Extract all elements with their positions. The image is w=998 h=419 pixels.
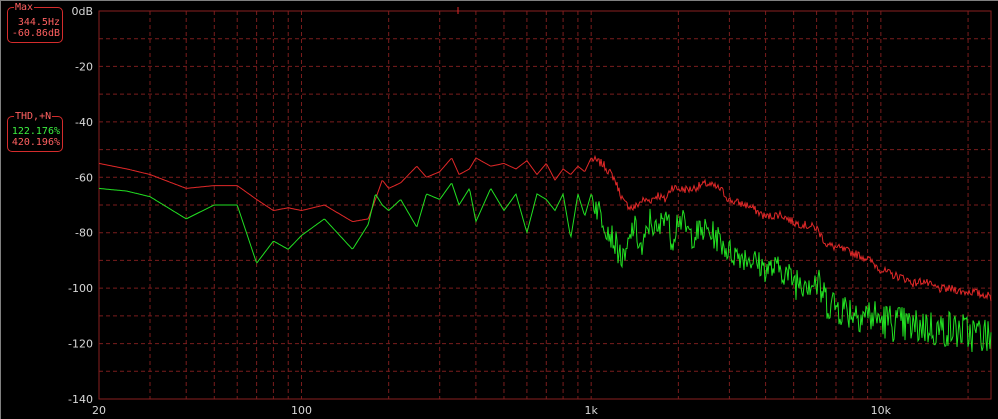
y-tick-label: -20 — [75, 60, 93, 73]
max-frequency: 344.5Hz — [17, 17, 60, 28]
y-tick-label: -120 — [68, 338, 93, 351]
spectrum-analyzer-display: 0dB -20 -40 -60 -80 -100 -120 -140 20 100 1k 10k Ma… — [0, 0, 998, 419]
x-tick-label: 1k — [584, 404, 598, 417]
thd-readout-title: THD,+N — [14, 111, 53, 122]
y-tick-label: -140 — [68, 393, 93, 406]
x-tick-label: 10k — [871, 404, 892, 417]
thd-red-value: 420.196% — [11, 137, 60, 148]
max-level: -60.86dB — [11, 28, 60, 39]
max-readout-title: Max — [14, 2, 35, 13]
spectrum-plot: 0dB -20 -40 -60 -80 -100 -120 -14020 100 1k 10k — [1, 1, 997, 418]
thd-green-value: 122.176% — [11, 126, 60, 137]
max-readout-box: Max 344.5Hz -60.86dB — [7, 3, 63, 43]
y-tick-label: -80 — [75, 227, 93, 240]
y-tick-label: -40 — [75, 116, 93, 129]
x-tick-label: 20 — [92, 404, 106, 417]
y-tick-label: -100 — [68, 282, 93, 295]
y-tick-label: 0dB — [71, 5, 93, 18]
x-tick-label: 100 — [291, 404, 312, 417]
thd-readout-box: THD,+N 122.176% 420.196% — [7, 112, 63, 152]
y-tick-label: -60 — [75, 171, 93, 184]
